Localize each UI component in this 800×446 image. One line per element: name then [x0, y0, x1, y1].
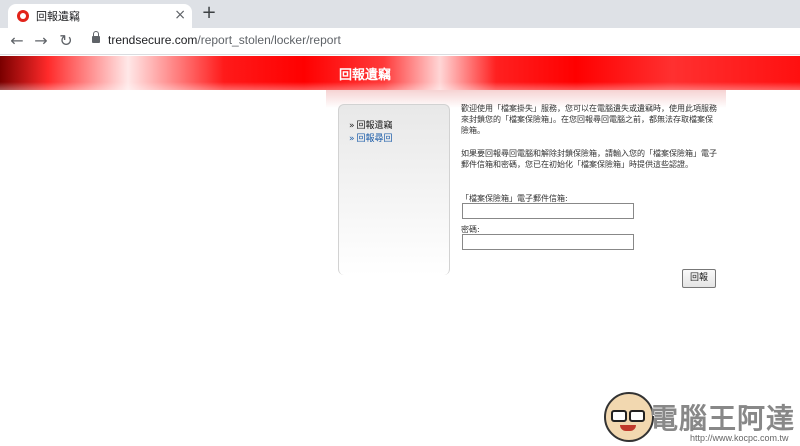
double-chevron-right-icon: » — [349, 121, 355, 131]
page-title: 回報遺竊 — [338, 68, 391, 83]
address-bar[interactable]: trendsecure.com/report_stolen/locker/rep… — [108, 33, 341, 47]
password-field[interactable] — [462, 234, 634, 250]
glasses-icon — [629, 410, 645, 422]
browser-tab[interactable]: 回報遺竊 × — [8, 4, 192, 28]
browser-toolbar: ← → ↻ trendsecure.com/report_stolen/lock… — [0, 28, 800, 55]
intro-text: 歡迎使用「檔案掛失」服務，您可以在電腦遺失或遺竊時，使用此項服務來封鎖您的「檔案… — [461, 104, 717, 135]
close-tab-icon[interactable]: × — [174, 6, 186, 24]
url-host: trendsecure.com — [108, 33, 198, 47]
watermark-url: http://www.kocpc.com.tw — [690, 433, 789, 443]
glasses-icon — [611, 410, 627, 422]
report-button[interactable]: 回報 — [682, 269, 716, 288]
sidebar-item-report-stolen[interactable]: » 回報遺竊 — [349, 118, 393, 131]
double-chevron-right-icon: » — [349, 134, 355, 144]
tab-title: 回報遺竊 — [36, 10, 80, 23]
url-path: /report_stolen/locker/report — [197, 33, 341, 47]
mouth-icon — [620, 425, 636, 431]
tab-strip: 回報遺竊 × + — [0, 0, 800, 28]
instructions-text: 如果要回報尋回電腦和解除封鎖保險箱，請輸入您的「檔案保險箱」電子郵件信箱和密碼，… — [461, 149, 717, 169]
new-tab-button[interactable]: + — [198, 2, 220, 24]
email-field[interactable] — [462, 203, 634, 219]
watermark-text: 電腦王阿達 — [650, 402, 796, 435]
back-icon[interactable]: ← — [6, 30, 28, 52]
sidebar-item-report-recovered[interactable]: » 回報尋回 — [349, 131, 393, 144]
trend-micro-favicon-icon — [17, 10, 29, 22]
lock-icon[interactable] — [92, 31, 100, 43]
sidebar-item-label: 回報遺竊 — [356, 121, 393, 131]
sidebar-item-label: 回報尋回 — [356, 134, 393, 144]
reload-icon[interactable]: ↻ — [55, 30, 77, 52]
mascot-logo-icon — [604, 392, 654, 442]
sidebar: » 回報遺竊 » 回報尋回 — [338, 104, 450, 275]
forward-icon[interactable]: → — [30, 30, 52, 52]
